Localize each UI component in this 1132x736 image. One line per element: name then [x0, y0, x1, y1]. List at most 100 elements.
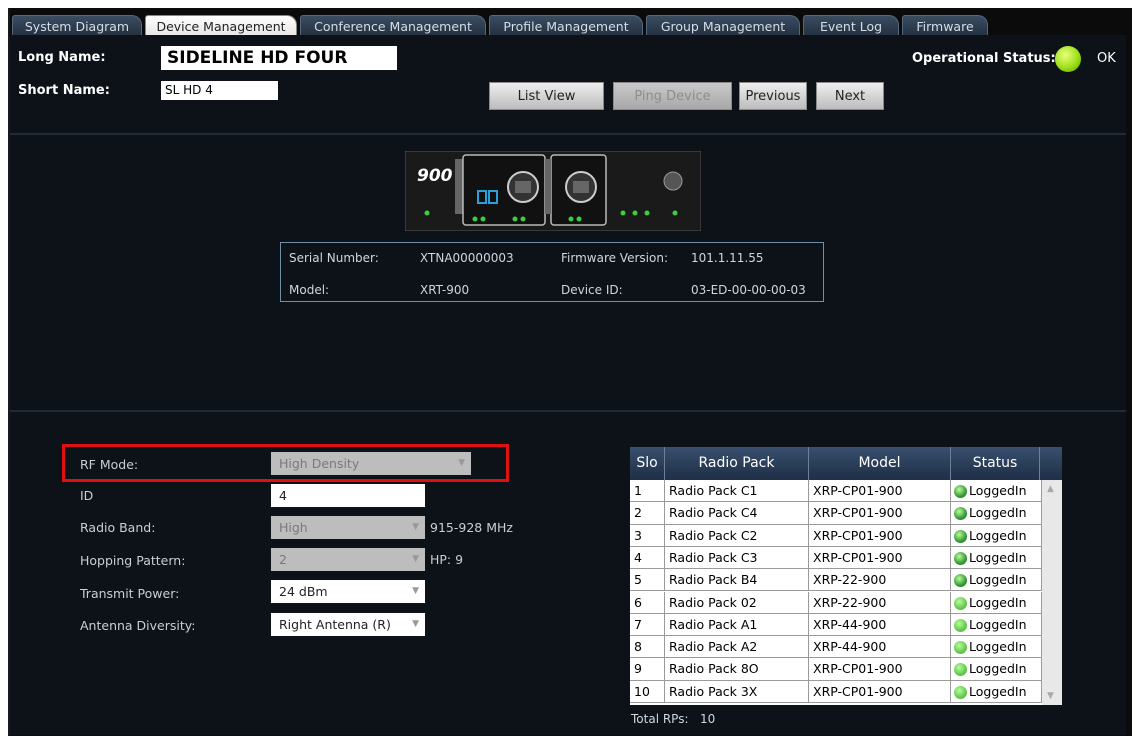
table-row[interactable]: 3 Radio Pack C2 XRP-CP01-900 LoggedIn	[630, 524, 1062, 547]
tab-system-diagram[interactable]: System Diagram	[12, 15, 142, 36]
status-cell: LoggedIn	[951, 591, 1042, 614]
chevron-down-icon: ▼	[458, 458, 465, 468]
table-row[interactable]: 1 Radio Pack C1 XRP-CP01-900 LoggedIn	[630, 480, 1062, 503]
radio-band-select[interactable]: High ▼	[271, 516, 425, 539]
status-cell: LoggedIn	[951, 524, 1042, 547]
model-value: XRT-900	[420, 283, 470, 297]
radio-pack-cell: Radio Pack A2	[665, 636, 809, 659]
status-led-icon	[954, 618, 967, 632]
model-cell: XRP-44-900	[809, 636, 951, 659]
table-row[interactable]: 9 Radio Pack 8O XRP-CP01-900 LoggedIn	[630, 658, 1062, 681]
radio-pack-cell: Radio Pack 3X	[665, 680, 809, 703]
status-ok-icon	[1055, 46, 1081, 72]
transmit-power-label: Transmit Power:	[80, 586, 180, 601]
status-cell: LoggedIn	[951, 658, 1042, 681]
hopping-pattern-select[interactable]: 2 ▼	[271, 548, 425, 571]
table-row[interactable]: 5 Radio Pack B4 XRP-22-900 LoggedIn	[630, 569, 1062, 592]
id-input[interactable]: 4	[271, 484, 425, 507]
short-name-input[interactable]: SL HD 4	[161, 81, 278, 100]
model-cell: XRP-22-900	[809, 591, 951, 614]
slot-cell: 8	[630, 636, 665, 659]
status-cell: LoggedIn	[951, 636, 1042, 659]
status-text: LoggedIn	[969, 616, 1027, 632]
status-cell: LoggedIn	[951, 480, 1042, 503]
model-cell: XRP-CP01-900	[809, 524, 951, 547]
tab-profile-management[interactable]: Profile Management	[489, 15, 643, 36]
column-radio-pack[interactable]: Radio Pack	[665, 447, 809, 480]
list-view-button[interactable]: List View	[489, 82, 604, 110]
transmit-power-select[interactable]: 24 dBm ▼	[271, 580, 425, 603]
chevron-down-icon: ▼	[412, 619, 419, 629]
device-id-label: Device ID:	[561, 283, 623, 297]
table-scrollbar[interactable]: ▲ ▼	[1042, 480, 1062, 705]
radio-band-frequency: 915-928 MHz	[430, 520, 513, 535]
model-cell: XRP-CP01-900	[809, 502, 951, 525]
status-cell: LoggedIn	[951, 502, 1042, 525]
scroll-up-icon[interactable]: ▲	[1047, 484, 1054, 494]
column-status[interactable]: Status	[951, 447, 1040, 480]
slot-cell: 4	[630, 546, 665, 570]
status-led-icon	[954, 551, 967, 565]
radio-pack-cell: Radio Pack C2	[665, 524, 809, 547]
slot-cell: 5	[630, 569, 665, 592]
status-text: LoggedIn	[969, 549, 1027, 565]
next-button[interactable]: Next	[816, 82, 884, 110]
column-slot[interactable]: Slo	[630, 447, 665, 480]
slot-cell: 7	[630, 613, 665, 637]
tab-group-management[interactable]: Group Management	[646, 15, 800, 36]
model-badge: 900	[417, 166, 453, 186]
radio-pack-cell: Radio Pack C4	[665, 502, 809, 525]
previous-button[interactable]: Previous	[739, 82, 807, 110]
table-row[interactable]: 8 Radio Pack A2 XRP-44-900 LoggedIn	[630, 636, 1062, 659]
hopping-pattern-value: 2	[279, 552, 287, 567]
model-cell: XRP-CP01-900	[809, 658, 951, 681]
status-text: LoggedIn	[969, 661, 1027, 677]
rf-mode-select[interactable]: High Density ▼	[271, 452, 471, 475]
tab-device-management[interactable]: Device Management	[145, 15, 297, 36]
model-cell: XRP-22-900	[809, 569, 951, 592]
hopping-pattern-label: Hopping Pattern:	[80, 553, 186, 568]
chevron-down-icon: ▼	[412, 522, 419, 532]
total-rps-label: Total RPs:	[631, 712, 689, 726]
firmware-version-label: Firmware Version:	[561, 251, 668, 265]
operational-status-label: Operational Status:	[912, 51, 1056, 66]
tab-conference-management[interactable]: Conference Management	[300, 15, 486, 36]
ping-device-button[interactable]: Ping Device	[613, 82, 732, 110]
radio-band-label: Radio Band:	[80, 520, 156, 535]
tab-firmware[interactable]: Firmware	[902, 15, 988, 36]
chevron-down-icon: ▼	[412, 586, 419, 596]
table-row[interactable]: 7 Radio Pack A1 XRP-44-900 LoggedIn	[630, 613, 1062, 637]
scroll-down-icon[interactable]: ▼	[1047, 691, 1054, 701]
radio-pack-cell: Radio Pack 8O	[665, 658, 809, 681]
status-led-icon	[954, 685, 967, 699]
slot-cell: 1	[630, 480, 665, 503]
table-row[interactable]: 4 Radio Pack C3 XRP-CP01-900 LoggedIn	[630, 546, 1062, 570]
table-row[interactable]: 6 Radio Pack 02 XRP-22-900 LoggedIn	[630, 591, 1062, 614]
slot-cell: 3	[630, 524, 665, 547]
status-led-icon	[954, 663, 967, 677]
device-id-value: 03-ED-00-00-00-03	[691, 283, 806, 297]
tab-bar: System Diagram Device Management Confere…	[8, 6, 1132, 36]
status-led-icon	[954, 574, 967, 588]
rf-mode-value: High Density	[279, 456, 360, 471]
antenna-diversity-select[interactable]: Right Antenna (R) ▼	[271, 613, 425, 636]
header-divider	[10, 133, 1126, 135]
total-rps-value: 10	[700, 712, 716, 726]
model-label: Model:	[289, 283, 330, 297]
model-cell: XRP-44-900	[809, 613, 951, 637]
status-text: LoggedIn	[969, 483, 1027, 498]
table-header: Slo Radio Pack Model Status	[630, 447, 1062, 480]
column-model[interactable]: Model	[809, 447, 951, 480]
table-row[interactable]: 2 Radio Pack C4 XRP-CP01-900 LoggedIn	[630, 502, 1062, 525]
table-row[interactable]: 10 Radio Pack 3X XRP-CP01-900 LoggedIn	[630, 680, 1062, 703]
tab-event-log[interactable]: Event Log	[803, 15, 899, 36]
settings-divider	[10, 410, 1126, 412]
radio-pack-cell: Radio Pack A1	[665, 613, 809, 637]
status-led-icon	[954, 485, 967, 498]
status-text: LoggedIn	[969, 505, 1027, 521]
slot-cell: 2	[630, 502, 665, 525]
long-name-input[interactable]: SIDELINE HD FOUR	[161, 46, 397, 70]
status-cell: LoggedIn	[951, 569, 1042, 592]
firmware-version-value: 101.1.11.55	[691, 251, 764, 265]
status-cell: LoggedIn	[951, 546, 1042, 570]
